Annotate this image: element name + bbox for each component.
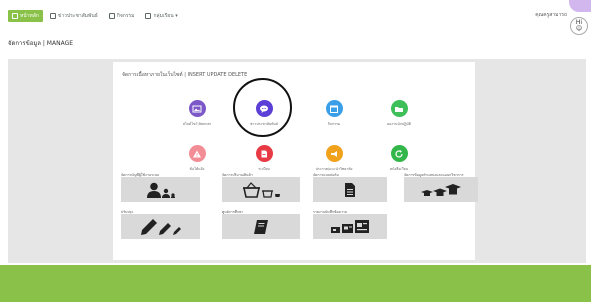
refresh-icon	[390, 145, 408, 162]
nav-item-groups-dropdown[interactable]: กลุ่มเรียน ▾	[141, 10, 181, 22]
icon-label: กิจกรรม	[327, 122, 341, 126]
user-name[interactable]: คุณครูสามารถ	[535, 11, 567, 19]
nav-item-label: กลุ่มเรียน ▾	[153, 13, 178, 19]
folder-icon	[390, 100, 408, 117]
document-icon	[255, 145, 273, 162]
regulations-button[interactable]: ระเบียบ	[239, 145, 289, 172]
icon-label: ข่าวประชาสัมพันธ์	[250, 122, 278, 126]
panel-title: จัดการเนื้อหาภายในเว็บไซต์ | INSERT UPDA…	[122, 72, 248, 78]
pencil-icon	[140, 218, 181, 235]
education-center-card[interactable]	[222, 214, 300, 239]
edit-icon	[49, 13, 56, 19]
nav-item-home[interactable]: หน้าหลัก	[8, 10, 43, 22]
top-navigation-bar: หน้าหลัก ข่าวประชาสัมพันธ์ กิจกรรม กลุ่ม…	[0, 0, 591, 22]
nav-item-label: หน้าหลัก	[20, 13, 39, 19]
update-card[interactable]	[121, 214, 200, 239]
edit-icon	[108, 13, 115, 19]
news-button[interactable]: ข่าวประชาสัมพันธ์	[239, 100, 289, 127]
content-area: จัดการเนื้อหาภายในเว็บไซต์ | INSERT UPDA…	[8, 59, 586, 263]
megaphone-icon	[325, 145, 343, 162]
main-nav: หน้าหลัก ข่าวประชาสัมพันธ์ กิจกรรม กลุ่ม…	[8, 10, 182, 22]
avatar[interactable]: Hi ☺	[570, 17, 588, 35]
book-icon	[254, 219, 268, 234]
positions-departments-card[interactable]	[404, 177, 478, 202]
edit-icon	[145, 13, 152, 19]
image-icon	[188, 100, 206, 117]
icon-label: สไลด์โชว์ Banner	[182, 122, 212, 126]
icon-label: ผลงานนักปฏิบัติ	[387, 122, 411, 126]
banner-slideshow-button[interactable]: สไลด์โชว์ Banner	[172, 100, 222, 127]
circular-letter-button[interactable]: หนังสือเวียน	[374, 145, 424, 172]
manage-panel: จัดการเนื้อหาภายในเว็บไซต์ | INSERT UPDA…	[113, 62, 478, 260]
footer	[0, 265, 591, 302]
calendar-icon	[325, 100, 343, 117]
user-accounts-card[interactable]	[121, 177, 200, 202]
file-icon	[345, 182, 355, 197]
edit-icon	[12, 13, 18, 19]
basket-icon	[243, 181, 280, 198]
page-title: จัดการข้อมูล | MANAGE	[8, 40, 74, 47]
forms-card[interactable]	[313, 177, 387, 202]
nav-item-activities[interactable]: กิจกรรม	[105, 10, 139, 22]
user-accent-decoration	[569, 0, 591, 12]
objection-button[interactable]: ข้อโต้แย้ง	[172, 145, 222, 172]
graduation-cap-icon	[421, 183, 461, 196]
activities-button[interactable]: กิจกรรม	[309, 100, 359, 127]
memo-report-card[interactable]	[313, 214, 387, 239]
chat-icon	[255, 100, 273, 117]
nav-item-label: กิจกรรม	[116, 13, 135, 19]
announcement-button[interactable]: ประกาศ/แนะนำวิทยาลัย	[309, 145, 359, 172]
nav-item-news[interactable]: ข่าวประชาสัมพันธ์	[46, 10, 102, 22]
users-icon	[146, 182, 175, 198]
products-card[interactable]	[222, 177, 300, 202]
warning-icon	[188, 145, 206, 162]
portfolio-button[interactable]: ผลงานนักปฏิบัติ	[374, 100, 424, 127]
nav-item-label: ข่าวประชาสัมพันธ์	[57, 13, 98, 19]
id-card-icon	[331, 219, 369, 233]
icon-label: ข้อโต้แย้ง	[189, 167, 205, 171]
